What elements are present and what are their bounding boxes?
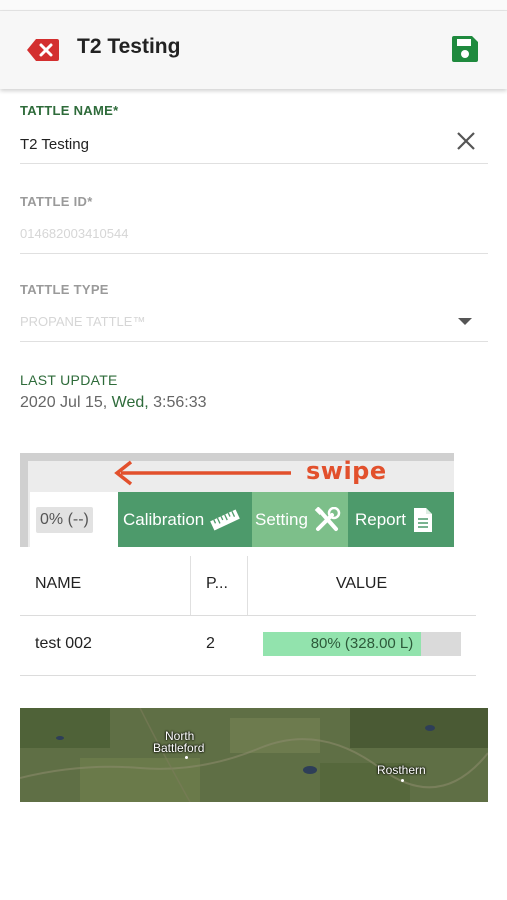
- tab-report-label: Report: [355, 509, 407, 529]
- map-city-marker: [185, 756, 188, 759]
- tattle-type-label: TATTLE TYPE: [20, 282, 109, 297]
- tattle-name-label: TATTLE NAME*: [20, 103, 119, 118]
- col-value-header[interactable]: VALUE: [247, 556, 476, 615]
- divider: [20, 253, 488, 254]
- last-update-label: LAST UPDATE: [20, 372, 118, 388]
- tab-status[interactable]: 0% (--): [30, 492, 118, 547]
- row-name: test 002: [35, 635, 92, 652]
- tab-setting-label: Setting: [255, 509, 308, 529]
- tattle-id-value: 014682003410544: [20, 226, 129, 241]
- map-label-rosthern: Rosthern: [377, 763, 426, 777]
- delete-back-icon[interactable]: [26, 38, 60, 62]
- map-label-battleford: Battleford: [153, 741, 205, 755]
- tattle-id-label: TATTLE ID*: [20, 194, 93, 209]
- last-update-day: Wed,: [111, 394, 149, 411]
- tab-report[interactable]: Report: [348, 492, 454, 547]
- tab-bar: 0% (--) Calibration Setting Report: [30, 492, 454, 547]
- tab-calibration[interactable]: Calibration: [118, 492, 252, 547]
- last-update-value: 2020 Jul 15, Wed, 3:56:33: [20, 394, 488, 412]
- last-update-date: 2020 Jul 15,: [20, 394, 108, 411]
- tab-setting[interactable]: Setting: [252, 492, 348, 547]
- row-p: 2: [206, 635, 215, 652]
- last-update-time: 3:56:33: [153, 394, 207, 411]
- swipe-hint-text: swipe: [306, 457, 387, 485]
- map-city-marker: [401, 779, 404, 782]
- tattle-name-value[interactable]: T2 Testing: [20, 136, 488, 153]
- tools-icon: [314, 506, 341, 531]
- status-pill: 0% (--): [36, 506, 93, 533]
- tattle-type-value[interactable]: PROPANE TATTLE™: [20, 314, 488, 329]
- app-bar: T2 Testing: [0, 11, 507, 89]
- page-title: T2 Testing: [77, 35, 181, 58]
- table-row[interactable]: test 002 2 80% (328.00 L): [20, 615, 476, 676]
- save-icon[interactable]: [451, 35, 479, 63]
- level-bar: 80% (328.00 L): [263, 632, 461, 656]
- col-name-header[interactable]: NAME: [35, 556, 81, 615]
- last-update-field: LAST UPDATE 2020 Jul 15, Wed, 3:56:33: [20, 372, 488, 422]
- level-bar-text: 80% (328.00 L): [310, 635, 414, 652]
- clear-icon[interactable]: [454, 129, 478, 153]
- status-bar: [0, 0, 507, 11]
- dropdown-arrow-icon[interactable]: [458, 318, 472, 325]
- column-divider: [190, 556, 191, 615]
- divider: [20, 341, 488, 342]
- document-icon: [414, 507, 433, 532]
- satellite-map-image: [20, 708, 488, 802]
- tattle-type-field[interactable]: TATTLE TYPE PROPANE TATTLE™: [20, 282, 488, 344]
- divider: [20, 163, 488, 164]
- ruler-icon: [210, 509, 241, 530]
- table-header: NAME P... VALUE: [20, 556, 476, 616]
- col-p-header[interactable]: P...: [206, 556, 228, 615]
- location-map[interactable]: North Battleford Rosthern: [20, 708, 488, 802]
- tattle-id-field: TATTLE ID* 014682003410544: [20, 194, 488, 256]
- swipe-arrow-icon: [114, 460, 291, 486]
- tattle-name-field[interactable]: TATTLE NAME* T2 Testing: [20, 103, 488, 165]
- tab-calibration-label: Calibration: [123, 509, 205, 529]
